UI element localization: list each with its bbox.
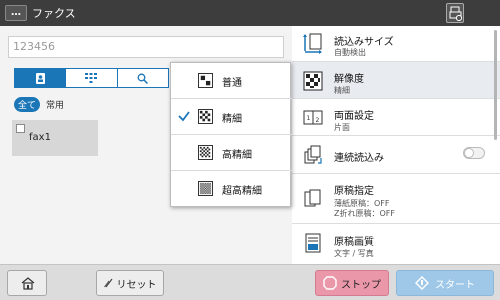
check-icon [178,111,190,122]
title-bar: … ファクス [0,0,500,26]
setting-value: 文字 / 写真 [334,249,374,258]
page-title: ファクス [32,7,76,20]
start-label: スタート [435,279,475,291]
stop-label: ストップ [341,279,381,291]
setting-title: 両面設定 [334,111,374,122]
setting-title: 原稿画質 [334,237,374,248]
scan-size-icon [303,33,322,54]
resolution-option-ultra-fine[interactable]: 超高精細 [171,171,292,207]
setting-scan-size[interactable]: 読込みサイズ 自動検出 [292,26,500,62]
resolution-option-super-fine[interactable]: 高精細 [171,135,292,171]
home-icon [21,277,35,290]
stop-button[interactable]: ストップ [315,270,389,296]
resolution-option-fine[interactable]: 精細 [171,99,292,135]
start-button[interactable]: スタート [396,270,494,296]
address-card[interactable]: fax1 [12,120,98,156]
setting-title: 原稿指定 [334,186,374,197]
resolution-popup: 普通 精細 高精細 超高精細 [170,62,292,207]
original-type-icon [304,189,321,207]
filter-frequent[interactable]: 常用 [46,98,64,111]
image-quality-icon [305,233,321,253]
setting-duplex[interactable]: 1 2 両面設定 片面 [292,99,500,136]
tab-address-book[interactable] [15,69,67,87]
setting-title: 解像度 [334,74,364,85]
resolution-ultra-fine-icon [198,181,213,196]
resolution-standard-icon [198,73,213,88]
svg-text:1: 1 [307,115,311,122]
setting-separate-scan[interactable]: 連続読込み [292,136,500,174]
setting-resolution[interactable]: 解像度 精細 [292,62,500,99]
setting-value: 片面 [334,123,350,132]
setting-title: 読込みサイズ [334,37,394,48]
tab-keypad[interactable] [66,69,118,87]
home-button[interactable] [7,270,47,296]
fax-status-icon[interactable] [446,3,464,23]
separate-scan-toggle[interactable] [463,147,485,159]
keypad-icon [85,73,98,83]
address-checkbox[interactable] [16,124,25,133]
separate-scan-icon [304,145,322,164]
option-label: 高精細 [222,150,252,161]
resolution-super-fine-icon [198,145,213,160]
search-icon [137,73,149,84]
setting-original-type[interactable]: 原稿指定 薄紙原稿：OFF Z折れ原稿：OFF [292,174,500,224]
start-icon [415,276,429,290]
resolution-icon [303,71,323,91]
resolution-option-standard[interactable]: 普通 [171,63,292,99]
bottom-bar: リセット ストップ スタート [0,264,500,300]
reset-icon [103,278,112,288]
setting-image-quality[interactable]: 原稿画質 文字 / 写真 [292,224,500,264]
reset-label: リセット [116,279,157,291]
tab-search[interactable] [118,69,168,87]
filter-row: 全て 常用 [14,97,64,112]
settings-scrollbar[interactable] [494,30,497,140]
option-label: 普通 [222,78,242,89]
setting-value-z-fold: Z折れ原稿：OFF [334,209,395,218]
address-book-icon [35,72,45,84]
option-label: 超高精細 [222,186,262,197]
setting-value: 精細 [334,86,350,95]
option-label: 精細 [222,114,242,125]
svg-text:2: 2 [316,117,320,124]
reset-button[interactable]: リセット [96,270,164,296]
menu-button[interactable]: … [5,5,27,21]
filter-all[interactable]: 全て [14,97,41,112]
resolution-fine-icon [198,109,213,124]
destination-input[interactable]: 123456 [8,36,284,58]
stop-icon [323,276,337,290]
address-name: fax1 [29,132,51,143]
settings-pane: 読込みサイズ 自動検出 解像度 精細 1 2 両面設定 片面 連続読込み 原稿指… [292,26,500,264]
setting-value: 自動検出 [334,48,366,57]
setting-title: 連続読込み [334,153,384,164]
duplex-icon: 1 2 [303,110,323,125]
address-tabs [14,68,169,88]
toggle-knob [464,148,474,158]
